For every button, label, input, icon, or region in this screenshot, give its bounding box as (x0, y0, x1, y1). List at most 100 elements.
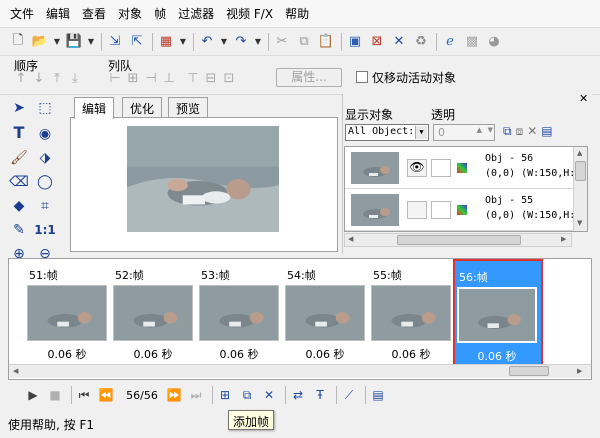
undo-icon[interactable]: ↶ (197, 32, 217, 52)
align-vcenter-icon[interactable]: ⊟ (202, 71, 220, 86)
banner-text-icon[interactable]: Ŧ (311, 386, 329, 404)
menu-help[interactable]: 帮助 (279, 5, 315, 22)
color-icon[interactable]: ▦ (156, 32, 176, 52)
chevron-down-icon[interactable]: ▼ (415, 126, 427, 139)
last-frame-icon[interactable]: ⏭ (187, 386, 205, 404)
eraser-icon[interactable]: ⌫ (6, 170, 32, 194)
menu-view[interactable]: 查看 (76, 5, 112, 22)
previous-frame-icon[interactable]: ⏪ (97, 386, 115, 404)
color-swatch-icon[interactable] (457, 205, 467, 215)
list-item[interactable]: Obj - 55 (0,0) (W:150,H: (345, 189, 575, 231)
transparency-stepper[interactable]: 0 ▲ ▼ (433, 124, 495, 141)
frame-tile[interactable]: 51:帧 0.06 秒 (25, 259, 111, 367)
crop-icon[interactable]: ✕ (389, 32, 409, 52)
frames-hscrollbar[interactable]: ◀ ▶ (9, 364, 591, 378)
frame-tile[interactable]: 54:帧 0.06 秒 (283, 259, 369, 367)
save-dropdown-icon[interactable]: ▼ (86, 32, 96, 52)
add-frame-icon[interactable]: ⊞ (216, 386, 234, 404)
cut-icon[interactable]: ✂ (272, 32, 292, 52)
scroll-left-icon[interactable]: ◀ (348, 235, 353, 243)
import-icon[interactable]: ⇲ (105, 32, 125, 52)
align-top-icon[interactable]: ⊤ (184, 71, 202, 86)
frame-tile-selected[interactable]: 56:帧 0.06 秒 (453, 259, 543, 371)
delete-frame-icon[interactable]: ✕ (260, 386, 278, 404)
redo-dropdown-icon[interactable]: ▼ (253, 32, 263, 52)
save-icon[interactable]: 💾 (64, 32, 84, 52)
scroll-up-icon[interactable]: ▲ (577, 149, 582, 157)
close-panel-icon[interactable]: ✕ (579, 92, 588, 105)
stepper-up-icon[interactable]: ▲ (477, 126, 482, 134)
redo-icon[interactable]: ↷ (231, 32, 251, 52)
align-hcenter-icon[interactable]: ⊞ (124, 71, 142, 86)
add-object-icon[interactable]: ⧉ (503, 124, 512, 139)
tab-edit[interactable]: 编辑 (74, 97, 115, 119)
distribute-icon[interactable]: ⊡ (220, 71, 238, 86)
frame-tile[interactable]: 52:帧 0.06 秒 (111, 259, 197, 367)
new-icon[interactable]: 🗋 (8, 32, 28, 52)
undo-dropdown-icon[interactable]: ▼ (219, 32, 229, 52)
open-dropdown-icon[interactable]: ▼ (52, 32, 62, 52)
marquee-select-icon[interactable]: ⬚ (32, 96, 58, 120)
tween-icon[interactable]: ⇄ (289, 386, 307, 404)
stop-icon[interactable]: ■ (46, 386, 64, 404)
move-up-icon[interactable]: ↑ (12, 71, 30, 86)
first-frame-icon[interactable]: ⏮ (75, 386, 93, 404)
next-frame-icon[interactable]: ⏩ (165, 386, 183, 404)
scroll-left-icon[interactable]: ◀ (13, 367, 18, 375)
duplicate-frame-icon[interactable]: ⧉ (238, 386, 256, 404)
align-right-icon[interactable]: ⊣ (142, 71, 160, 86)
brush-icon[interactable]: 🖌 (6, 146, 32, 170)
lasso-icon[interactable]: ◯ (32, 170, 58, 194)
scroll-right-icon[interactable]: ▶ (561, 235, 566, 243)
visibility-toggle[interactable] (407, 201, 427, 219)
frame-tile[interactable]: 55:帧 0.06 秒 (369, 259, 455, 367)
transition-icon[interactable]: ⟋ (340, 386, 358, 404)
help-icon[interactable]: ◕ (484, 32, 504, 52)
align-bottom-icon[interactable]: ⊥ (160, 71, 178, 86)
magic-wand-icon[interactable]: ⬗ (32, 146, 58, 170)
scroll-right-icon[interactable]: ▶ (577, 367, 582, 375)
tab-preview[interactable]: 预览 (168, 97, 209, 117)
scroll-down-icon[interactable]: ▼ (577, 219, 582, 227)
object-list-hscrollbar[interactable]: ◀ ▶ (344, 233, 572, 247)
lock-toggle[interactable] (431, 159, 451, 177)
move-down-icon[interactable]: ↓ (30, 71, 48, 86)
select-arrow-icon[interactable]: ➤ (6, 96, 32, 120)
delete-frame-icon[interactable]: ⊠ (367, 32, 387, 52)
stepper-down-icon[interactable]: ▼ (488, 126, 493, 134)
actual-size-icon[interactable]: 1:1 (32, 218, 58, 242)
export-icon[interactable]: ⇱ (127, 32, 147, 52)
menu-object[interactable]: 对象 (112, 5, 148, 22)
align-left-icon[interactable]: ⊢ (106, 71, 124, 86)
frame-properties-icon[interactable]: ▤ (369, 386, 387, 404)
hscroll-thumb[interactable] (509, 366, 549, 376)
frame-tile[interactable]: 53:帧 0.06 秒 (197, 259, 283, 367)
menu-filter[interactable]: 过滤器 (172, 5, 220, 22)
properties-button[interactable]: 属性... (276, 68, 342, 87)
copy-icon[interactable]: ⧉ (294, 32, 314, 52)
hscroll-thumb[interactable] (397, 235, 521, 245)
move-top-icon[interactable]: ⤒ (48, 71, 66, 86)
text-tool-icon[interactable]: T (6, 120, 32, 144)
menu-frame[interactable]: 帧 (148, 5, 172, 22)
eyedropper-icon[interactable]: ✎ (6, 218, 32, 242)
color-swatch-icon[interactable] (457, 163, 467, 173)
list-item[interactable]: 👁 Obj - 56 (0,0) (W:150,H: (345, 147, 575, 189)
recycle-icon[interactable]: ♻ (411, 32, 431, 52)
play-object-icon[interactable]: ◉ (32, 122, 58, 146)
object-filter-select[interactable]: All Object: ▼ (345, 124, 429, 141)
object-properties-icon[interactable]: ▤ (541, 124, 552, 139)
menu-edit[interactable]: 编辑 (40, 5, 76, 22)
move-active-only-checkbox[interactable] (356, 71, 368, 83)
color-dropdown-icon[interactable]: ▼ (178, 32, 188, 52)
play-icon[interactable]: ▶ (24, 386, 42, 404)
duplicate-object-icon[interactable]: ⧈ (516, 124, 524, 139)
browser-icon[interactable]: ℯ (440, 32, 460, 52)
visibility-eye-icon[interactable]: 👁 (407, 159, 427, 177)
menu-video-fx[interactable]: 视频 F/X (220, 5, 279, 22)
delete-object-icon[interactable]: ✕ (527, 124, 537, 139)
frame-grid-icon[interactable]: ▣ (345, 32, 365, 52)
object-list-scrollbar[interactable]: ▲ ▼ (573, 147, 587, 231)
move-bottom-icon[interactable]: ⤓ (66, 71, 84, 86)
open-icon[interactable]: 📂 (30, 32, 50, 52)
